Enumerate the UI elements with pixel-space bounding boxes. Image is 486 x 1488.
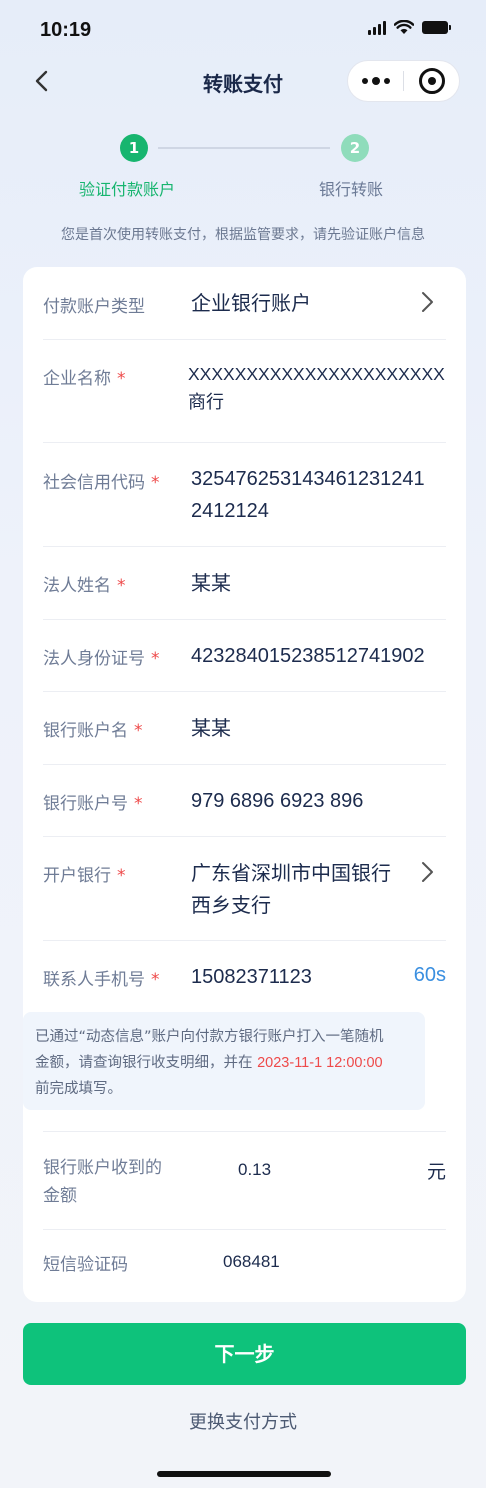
status-icons <box>368 20 451 35</box>
row-legal-name: 法人姓名 * 某某 <box>43 547 446 620</box>
account-number-label: 银行账户号 * <box>43 794 143 814</box>
row-credit-code: 社会信用代码 * 325476253143461231241 2412124 <box>43 443 446 547</box>
hint-deadline: 2023-11-1 12:00:00 <box>257 1055 383 1071</box>
account-type-label: 付款账户类型 <box>43 297 145 317</box>
amount-label: 银行账户收到的 金额 <box>43 1158 162 1206</box>
legal-name-value[interactable]: 某某 <box>191 567 231 599</box>
nav-bar: 转账支付 <box>0 58 486 104</box>
legal-name-label: 法人姓名 * <box>43 576 126 596</box>
row-company-name: 企业名称 * XXXXXXXXXXXXXXXXXXXXXX 商行 <box>43 340 446 443</box>
status-bar: 10:19 <box>0 0 486 60</box>
sms-code-input[interactable]: 068481 <box>223 1246 280 1278</box>
step-connector <box>158 147 330 149</box>
account-type-value: 企业银行账户 <box>191 291 311 315</box>
wifi-icon <box>394 20 414 34</box>
form-card: 付款账户类型 企业银行账户 企业名称 * XXXXXXXXXXXXXXXXXXXX… <box>23 267 466 1302</box>
amount-value[interactable]: 0.13 <box>238 1154 271 1186</box>
more-icon[interactable] <box>348 61 403 101</box>
account-name-label: 银行账户名 * <box>43 721 143 741</box>
phone-value[interactable]: 15082371123 <box>191 961 312 993</box>
status-time: 10:19 <box>40 19 92 41</box>
required-mark: * <box>151 970 160 990</box>
bank-value: 广东省深圳市中国银行 西乡支行 <box>191 861 391 917</box>
chevron-right-icon <box>422 862 433 882</box>
resend-countdown: 60s <box>413 964 446 986</box>
company-name-value[interactable]: XXXXXXXXXXXXXXXXXXXXXX 商行 <box>188 360 445 416</box>
step-2-label: 银行转账 <box>319 180 384 199</box>
account-number-value[interactable]: 979 6896 6923 896 <box>191 785 363 817</box>
row-account-number: 银行账户号 * 979 6896 6923 896 <box>43 765 446 837</box>
step-1-circle: 1 <box>120 134 148 162</box>
required-mark: * <box>117 576 126 596</box>
next-step-button[interactable]: 下一步 <box>23 1323 466 1385</box>
row-account-name: 银行账户名 * 某某 <box>43 692 446 765</box>
required-mark: * <box>117 369 126 389</box>
mini-program-capsule <box>347 60 460 102</box>
step-1-label: 验证付款账户 <box>79 180 176 199</box>
home-indicator <box>157 1471 331 1477</box>
row-sms-code: 短信验证码 068481 <box>43 1230 446 1302</box>
step-2-circle: 2 <box>341 134 369 162</box>
legal-id-value[interactable]: 423284015238512741902 <box>191 640 425 672</box>
amount-unit: 元 <box>426 1161 446 1183</box>
required-mark: * <box>134 794 143 814</box>
hint-line-3: 前完成填写。 <box>35 1081 122 1097</box>
step-indicator: 1 2 验证付款账户 银行转账 <box>0 132 486 202</box>
battery-icon <box>422 21 451 34</box>
required-mark: * <box>134 721 143 741</box>
hint-line-1: 已通过“动态信息”账户向付款方银行账户打入一笔随机 <box>35 1029 384 1045</box>
hint-line-2: 金额，请查询银行收支明细，并在 2023-11-1 12:00:00 <box>35 1055 383 1071</box>
amount-hint-box: 已通过“动态信息”账户向付款方银行账户打入一笔随机 金额，请查询银行收支明细，并… <box>23 1012 425 1110</box>
company-name-label: 企业名称 * <box>43 369 126 389</box>
required-mark: * <box>151 649 160 669</box>
switch-payment-method-link[interactable]: 更换支付方式 <box>0 1408 486 1434</box>
credit-code-value[interactable]: 325476253143461231241 2412124 <box>191 463 425 527</box>
chevron-right-icon <box>422 292 433 312</box>
account-name-value[interactable]: 某某 <box>191 712 231 744</box>
required-mark: * <box>117 866 126 886</box>
required-mark: * <box>151 473 160 493</box>
verification-notice: 您是首次使用转账支付，根据监管要求，请先验证账户信息 <box>61 227 425 243</box>
phone-label: 联系人手机号 * <box>43 970 160 990</box>
sms-code-label: 短信验证码 <box>43 1255 128 1275</box>
close-miniprogram-icon[interactable] <box>404 61 459 101</box>
credit-code-label: 社会信用代码 * <box>43 473 160 493</box>
legal-id-label: 法人身份证号 * <box>43 649 160 669</box>
row-legal-id: 法人身份证号 * 423284015238512741902 <box>43 620 446 692</box>
bank-label: 开户银行 * <box>43 866 126 886</box>
row-phone: 联系人手机号 * 15082371123 60s <box>43 941 446 1014</box>
row-account-type[interactable]: 付款账户类型 企业银行账户 <box>43 267 446 340</box>
row-bank[interactable]: 开户银行 * 广东省深圳市中国银行 西乡支行 <box>43 837 446 941</box>
row-amount: 银行账户收到的 金额 0.13 元 <box>43 1131 446 1230</box>
signal-icon <box>368 20 386 35</box>
